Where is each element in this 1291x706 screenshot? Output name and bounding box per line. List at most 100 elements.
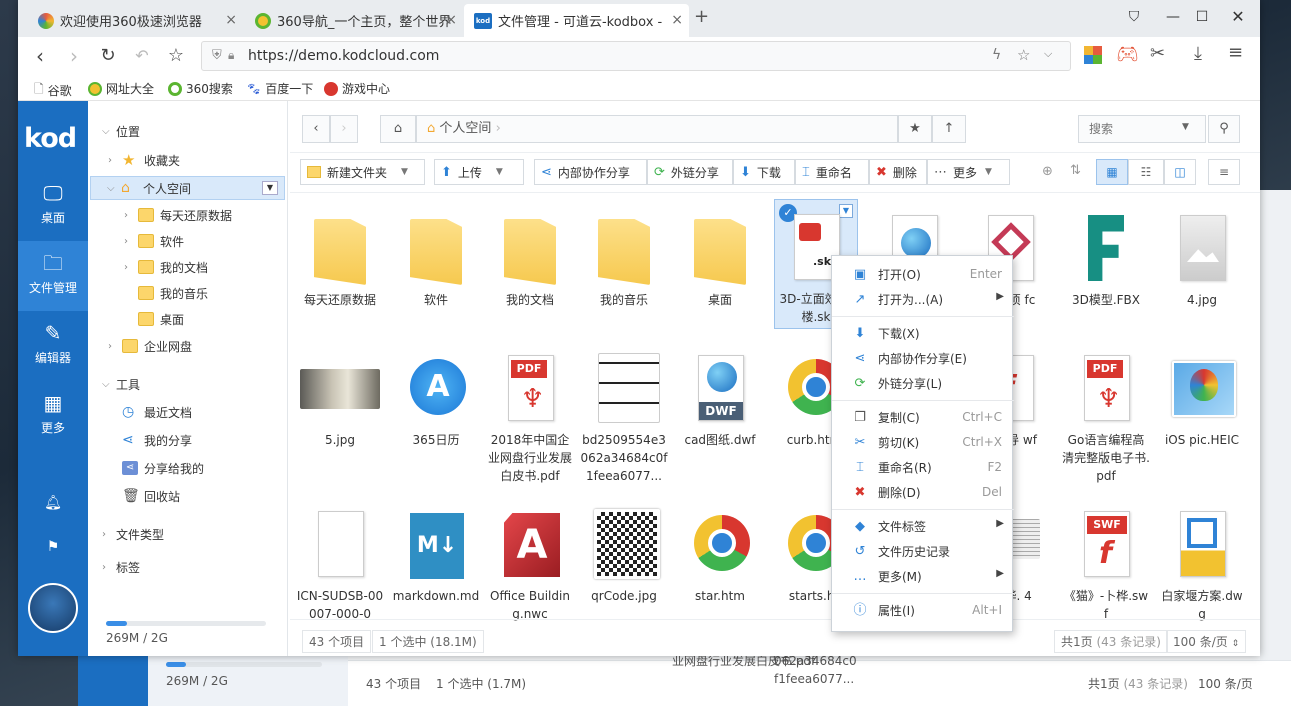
tree-personal-space[interactable]: ⌵ ⌂ 个人空间 ▼ — [90, 176, 285, 200]
flag-icon[interactable]: ⚑ — [43, 539, 63, 559]
shirt-skin-icon[interactable]: ⛉ — [1120, 6, 1148, 28]
menu-icon[interactable]: ≡ — [1228, 42, 1243, 63]
zoom-icon[interactable]: ⊕ — [1042, 164, 1053, 179]
internal-share-button[interactable]: ⋖ 内部协作分享 — [534, 159, 647, 185]
url-box[interactable]: ⛨ 🔒︎ https://demo.kodcloud.com ϟ ☆ ⌵ — [201, 41, 1071, 71]
file-item[interactable]: M↓ markdown.md — [392, 501, 480, 605]
context-menu-item[interactable]: ↺ 文件历史记录 — [832, 539, 1014, 564]
breadcrumb[interactable]: ⌂ 个人空间 › — [416, 115, 898, 143]
star-icon[interactable]: ☆ — [164, 44, 188, 68]
context-menu-item[interactable]: ↗ 打开为...(A) ▶ — [832, 287, 1014, 312]
sort-icon[interactable]: ⇅ — [1070, 163, 1081, 178]
details-panel-icon[interactable]: ≡ — [1208, 159, 1240, 185]
download-button[interactable]: ⬇ 下载 — [733, 159, 795, 185]
scissors-icon[interactable]: ✂ — [1150, 43, 1165, 64]
bookmark-baidu[interactable]: 🐾︎ 百度一下 — [246, 80, 313, 97]
file-item[interactable]: A Office Building.nwc — [486, 501, 574, 623]
file-item[interactable]: 3D模型.FBX — [1062, 205, 1150, 309]
nav-editor[interactable]: ✎ 编辑器 — [18, 311, 88, 381]
tree-folder-music[interactable]: 我的音乐 — [138, 281, 208, 305]
file-item[interactable]: SWF f 《猫》-卜桦.swf — [1062, 501, 1150, 623]
bookmark-google[interactable]: 🗋︎ 谷歌 — [34, 80, 72, 101]
tab-kodbox[interactable]: kod 文件管理 - 可道云-kodbox - × — [464, 4, 689, 37]
home-icon[interactable]: ⌂ — [380, 115, 416, 143]
minimize-icon[interactable]: — — [1159, 6, 1187, 28]
tree-recent[interactable]: ◷ 最近文档 — [122, 400, 192, 424]
up-arrow-icon[interactable]: ↑ — [932, 115, 966, 143]
context-menu-item[interactable]: ◆ 文件标签 ▶ — [832, 514, 1014, 539]
tree-tools-header[interactable]: ⌵ 工具 — [102, 372, 140, 396]
new-tab-icon[interactable]: + — [694, 6, 709, 27]
tree-my-shares[interactable]: ⋖ 我的分享 — [122, 428, 192, 452]
context-menu-item[interactable]: ⋖ 内部协作分享(E) — [832, 346, 1014, 371]
download-icon[interactable]: ⤓ — [1194, 43, 1202, 64]
file-item[interactable]: bd2509554e3062a34684c0f1feea6077... — [580, 345, 668, 485]
tree-folder-desktop[interactable]: 桌面 — [138, 307, 184, 331]
nav-desktop[interactable]: 🖵︎ 桌面 — [18, 171, 88, 241]
tree-folder-daily[interactable]: › 每天还原数据 — [124, 203, 232, 227]
bookmark-sites[interactable]: 网址大全 — [88, 80, 154, 97]
file-item[interactable]: ICN-SUDSB-00007-000-0 — [296, 501, 384, 623]
forward-icon[interactable]: › — [330, 115, 358, 143]
context-menu-item[interactable]: ⬇ 下载(X) — [832, 321, 1014, 346]
new-folder-button[interactable]: 新建文件夹 ▼ — [300, 159, 425, 185]
split-view-icon[interactable]: ◫ — [1164, 159, 1196, 185]
dropdown-icon[interactable]: ▼ — [262, 181, 278, 195]
close-icon[interactable]: × — [671, 12, 683, 28]
file-item[interactable]: 软件 — [392, 205, 480, 309]
context-menu-item[interactable]: ❐ 复制(C) Ctrl+C — [832, 405, 1014, 430]
tree-file-types[interactable]: › 文件类型 — [102, 522, 164, 546]
file-item[interactable]: 我的文档 — [486, 205, 574, 309]
list-view-icon[interactable]: ☷ — [1128, 159, 1164, 185]
context-menu-item[interactable]: ⟳ 外链分享(L) — [832, 371, 1014, 396]
file-item[interactable]: 每天还原数据 — [296, 205, 384, 309]
search-icon[interactable]: ⚲ — [1208, 115, 1240, 143]
more-button[interactable]: ⋯ 更多 ▼ — [927, 159, 1010, 185]
bookmark-star-icon[interactable]: ☆ — [1017, 46, 1030, 64]
per-page-select[interactable]: 100 条/页 ⇕ — [1166, 630, 1247, 653]
tree-shared-with-me[interactable]: ⋖ 分享给我的 — [122, 456, 204, 480]
nav-file-manager[interactable]: 🗀︎ 文件管理 — [18, 241, 88, 311]
back-icon[interactable]: ‹ — [28, 44, 52, 68]
file-item[interactable]: 白家堰方案.dwg — [1158, 501, 1246, 623]
back-icon[interactable]: ‹ — [302, 115, 330, 143]
external-share-button[interactable]: ⟳ 外链分享 — [647, 159, 733, 185]
close-icon[interactable]: × — [445, 12, 457, 28]
bell-icon[interactable]: 🔔︎ — [43, 495, 63, 515]
tree-enterprise[interactable]: › 企业网盘 — [108, 334, 192, 358]
file-item[interactable]: qrCode.jpg — [580, 501, 668, 605]
context-menu-item[interactable]: ✂ 剪切(K) Ctrl+X — [832, 430, 1014, 455]
tab-360-nav[interactable]: 360导航_一个主页，整个世界 × — [235, 4, 463, 37]
tab-welcome[interactable]: 欢迎使用360极速浏览器 × — [18, 4, 243, 37]
favorite-star-icon[interactable]: ★ — [898, 115, 932, 143]
lightning-icon[interactable]: ϟ — [992, 47, 1001, 63]
file-item[interactable]: A 365日历 — [392, 345, 480, 449]
tree-favorites[interactable]: › ★ 收藏夹 — [108, 148, 180, 172]
forward-icon[interactable]: › — [62, 44, 86, 68]
bookmark-360search[interactable]: 360搜索 — [168, 80, 233, 97]
bookmark-games[interactable]: 游戏中心 — [324, 80, 390, 97]
tree-folder-documents[interactable]: › 我的文档 — [124, 255, 208, 279]
chevron-down-icon[interactable]: ⌵ — [1044, 47, 1052, 61]
context-menu-item[interactable]: ✖ 删除(D) Del — [832, 480, 1014, 505]
file-item[interactable]: PDF ♆ 2018年中国企业网盘行业发展白皮书.pdf — [486, 345, 574, 485]
undo-icon[interactable]: ↶ — [130, 44, 154, 68]
context-menu-item[interactable]: … 更多(M) ▶ — [832, 564, 1014, 589]
upload-button[interactable]: ⬆ 上传 ▼ — [434, 159, 524, 185]
context-menu-item[interactable]: ⓘ 属性(I) Alt+I — [832, 598, 1014, 623]
context-menu-item[interactable]: ⌶ 重命名(R) F2 — [832, 455, 1014, 480]
delete-button[interactable]: ✖ 删除 — [869, 159, 927, 185]
grid-view-icon[interactable]: ▦ — [1096, 159, 1128, 185]
file-item[interactable]: 5.jpg — [296, 345, 384, 449]
game-controller-icon[interactable]: 🎮︎ — [1116, 44, 1139, 65]
file-item[interactable]: iOS pic.HEIC — [1158, 345, 1246, 449]
apps-grid-icon[interactable] — [1084, 46, 1102, 64]
tree-folder-software[interactable]: › 软件 — [124, 229, 184, 253]
reload-icon[interactable]: ↻ — [96, 44, 120, 68]
rename-button[interactable]: ⌶ 重命名 — [795, 159, 869, 185]
tree-recycle-bin[interactable]: 🗑︎ 回收站 — [122, 484, 180, 508]
context-menu-item[interactable]: ▣ 打开(O) Enter — [832, 262, 1014, 287]
tree-location-header[interactable]: ⌵ 位置 — [102, 119, 140, 143]
window-close-icon[interactable]: ✕ — [1224, 6, 1252, 28]
file-item[interactable]: DWF cad图纸.dwf — [676, 345, 764, 449]
